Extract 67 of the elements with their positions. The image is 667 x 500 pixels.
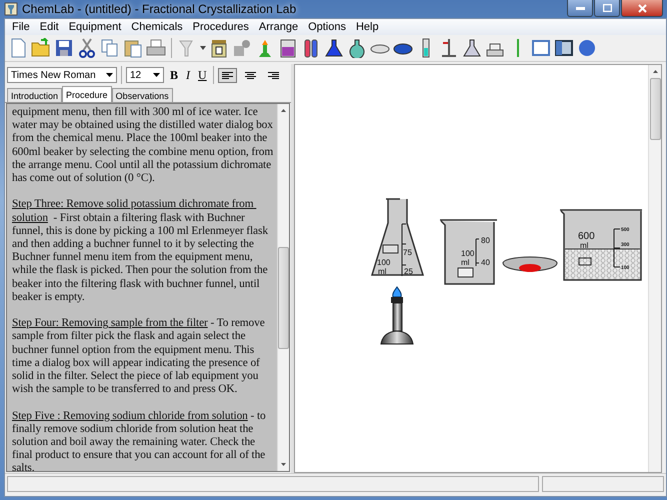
app-icon [4, 2, 18, 16]
scrollbar[interactable] [277, 104, 289, 471]
tab[interactable]: Observations [112, 88, 173, 102]
caret-icon[interactable] [200, 46, 206, 50]
underline-button[interactable]: U [196, 68, 209, 82]
close-icon [638, 4, 646, 12]
paste-icon[interactable] [123, 38, 143, 58]
font-size-dropdown[interactable]: 12 [126, 67, 164, 83]
volume-label: 25 [404, 267, 413, 276]
caret-icon [106, 73, 113, 77]
volume-label: 100 [461, 249, 474, 258]
menu-item[interactable]: Edit [34, 21, 64, 33]
tab[interactable]: Introduction [7, 88, 62, 102]
volume-label: 100 [377, 258, 390, 267]
unit-label: ml [378, 267, 386, 276]
menu-item[interactable]: Options [303, 21, 351, 33]
evaporating-dish[interactable] [502, 256, 558, 272]
folder-icon[interactable] [31, 38, 51, 58]
stand-icon[interactable] [439, 38, 459, 58]
unit-label: ml [580, 241, 588, 250]
close-button[interactable] [621, 0, 663, 17]
erlenmeyer-flask[interactable]: 75 100 ml 25 [370, 198, 424, 276]
scroll-up-icon[interactable] [281, 109, 286, 112]
beaker-icon[interactable] [278, 38, 298, 58]
bold-button[interactable]: B [168, 68, 180, 82]
unit-label: ml [461, 258, 470, 267]
volume-label: 75 [403, 248, 412, 257]
procedure-paragraph: Step Four: Removing sample from the filter - To remove sample from filter pick the flask and again select the buchner funnel option from the equipment menu. This time a dialog box will appear indicating the presence of solid in the filter. Select the piece of lab equipment you wish the sample to be transferred to and press OK. [12, 317, 266, 396]
flask3-icon[interactable] [462, 38, 482, 58]
menu-item[interactable]: Equipment [64, 21, 126, 33]
maximize-icon [602, 4, 612, 12]
procedure-paragraph: equipment menu, then fill with 300 ml of ice water. Ice water may be obtained using the distilled water dialog box from the chemical menu. Place the 100ml beaker into the 600ml beaker by selecting the combine menu option, from the arrange menu. Cool until all the potassium dichromate has come out of solution (0 °C). [12, 106, 274, 186]
scrollbar-thumb[interactable] [650, 78, 660, 140]
volume-label: 40 [481, 258, 490, 267]
minimize-icon [576, 6, 584, 10]
menu-item[interactable]: File [7, 21, 35, 33]
window-icon[interactable] [531, 38, 551, 58]
procedure-paragraph: Step Three: Remove solid potassium dichromate from solution - First obtain a filtering flask with Buchner funnel, this is done by picking a 100 ml Erlenmeyer flask and then adding a buchner funnel to it by selecting the Buchner funnel menu item from the equipment menu, while the flask is picked. Then pour the solution from the beaker into the filtering flask with buchner funnel, until beaker is empty. [12, 198, 269, 304]
menu-item[interactable]: Chemicals [126, 21, 188, 33]
printer-icon[interactable] [146, 38, 166, 58]
minimize-button[interactable] [567, 0, 593, 17]
copy-icon[interactable] [100, 38, 120, 58]
align-right-icon [268, 70, 279, 80]
window-title: ChemLab - (untitled) - Fractional Crystallization Lab [22, 2, 296, 16]
caret-icon [153, 73, 160, 77]
jar-icon[interactable] [209, 38, 229, 58]
align-center-icon [244, 70, 256, 80]
volume-label: 600 [578, 231, 595, 242]
menu-item[interactable]: Arrange [254, 21, 304, 33]
align-left-icon [222, 70, 233, 80]
font-dropdown[interactable]: Times New Roman [7, 67, 117, 83]
menu-item[interactable]: Procedures [188, 21, 254, 33]
scroll-down-icon[interactable] [281, 463, 286, 466]
scrollbar-thumb[interactable] [278, 247, 289, 349]
scrollbar[interactable] [648, 65, 661, 472]
scroll-up-icon[interactable] [652, 70, 658, 73]
menu-item[interactable]: Help [350, 21, 384, 33]
align-left-button[interactable] [218, 68, 237, 82]
volume-label: 80 [481, 236, 490, 245]
beaker[interactable]: 80 100 ml 40 [439, 219, 498, 285]
bunsen-burner[interactable] [380, 286, 414, 344]
italic-button[interactable]: I [184, 68, 192, 82]
flask-icon[interactable] [324, 38, 344, 58]
scissors-icon[interactable] [77, 38, 97, 58]
circle-icon[interactable] [577, 38, 597, 58]
tab[interactable]: Procedure [62, 86, 112, 102]
maximize-button[interactable] [594, 0, 620, 17]
